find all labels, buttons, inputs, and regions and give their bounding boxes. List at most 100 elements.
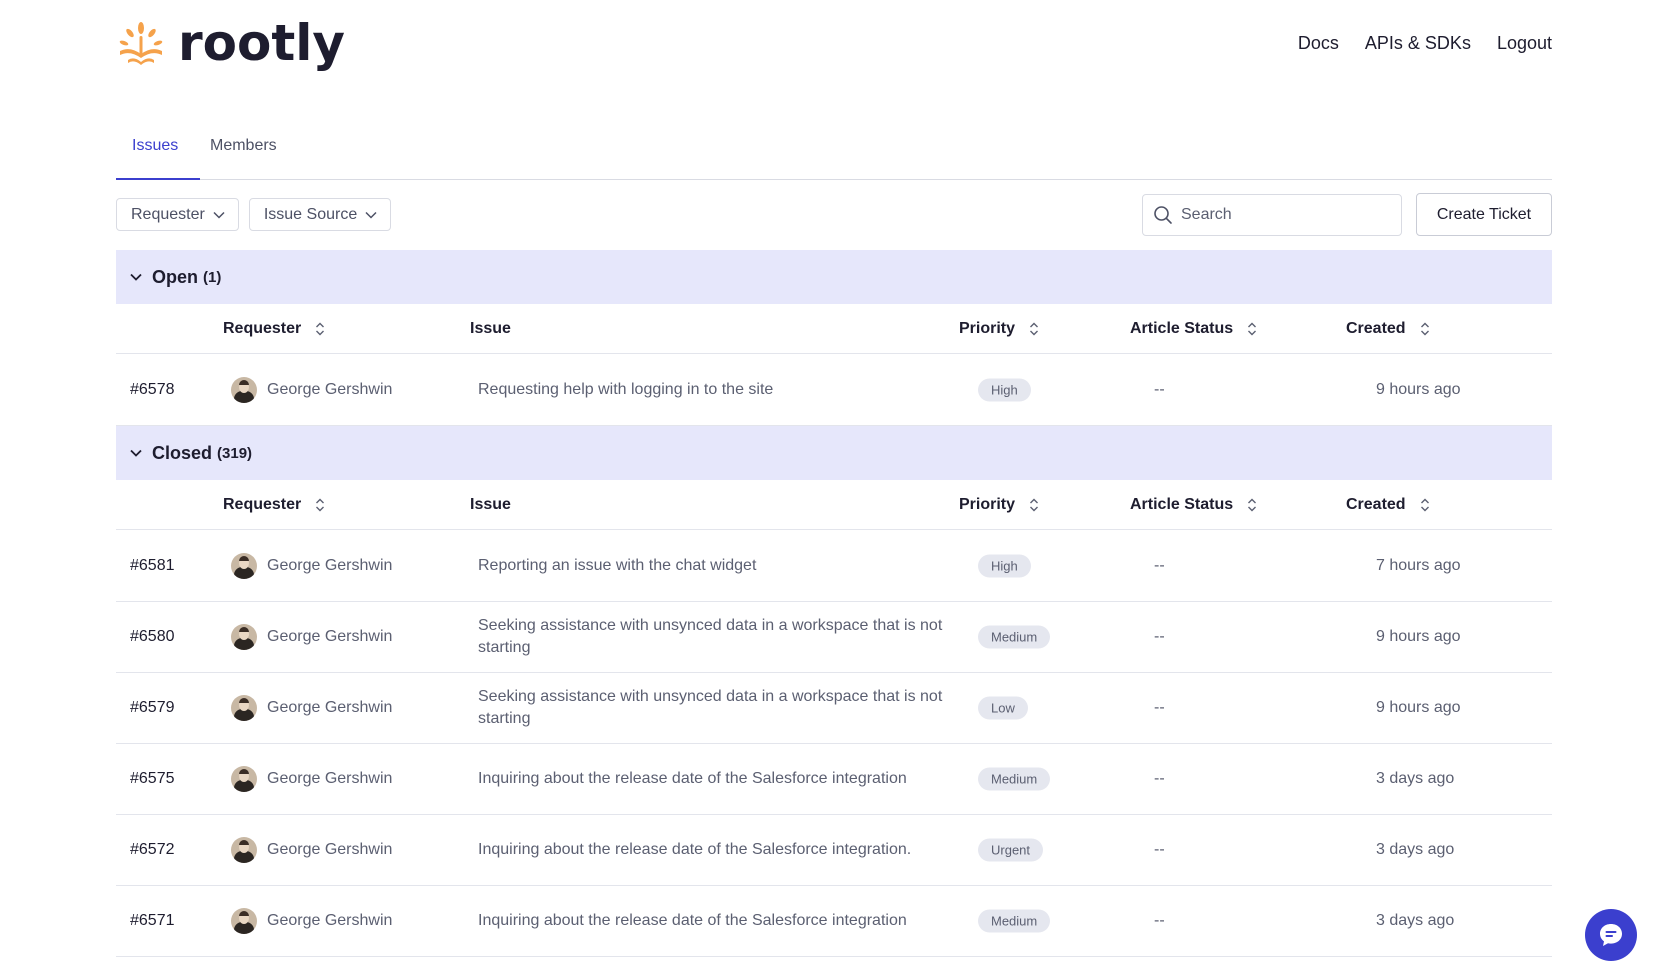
- col-created-header[interactable]: Created: [1346, 320, 1430, 338]
- issue-summary: Seeking assistance with unsynced data in…: [478, 617, 943, 656]
- requester-name: George Gershwin: [267, 557, 393, 574]
- active-tab-indicator: [116, 178, 200, 180]
- article-status: --: [1154, 381, 1165, 398]
- sort-icon: [316, 322, 325, 336]
- table-row[interactable]: #6578 George Gershwin Requesting help wi…: [116, 355, 1552, 426]
- issue-summary: Requesting help with logging in to the s…: [478, 381, 774, 398]
- table-row[interactable]: #6579 George Gershwin Seeking assistance…: [116, 673, 1552, 744]
- created-time: 3 days ago: [1376, 912, 1455, 929]
- table-row[interactable]: #6572 George Gershwin Inquiring about th…: [116, 815, 1552, 886]
- avatar: [231, 766, 257, 792]
- article-status: --: [1154, 628, 1165, 645]
- rootly-logo[interactable]: rootly: [116, 14, 345, 72]
- requester-cell: George Gershwin: [231, 766, 392, 792]
- sort-icon: [1420, 498, 1429, 512]
- col-requester-header[interactable]: Requester: [223, 496, 325, 514]
- col-priority-header[interactable]: Priority: [959, 496, 1039, 514]
- open-group-count: (1): [203, 268, 222, 286]
- created-time: 3 days ago: [1376, 770, 1455, 787]
- nav-apis-sdks-link[interactable]: APIs & SDKs: [1365, 30, 1471, 56]
- ticket-id: #6578: [130, 381, 175, 398]
- col-priority-label: Priority: [959, 496, 1016, 513]
- closed-group-count: (319): [217, 444, 253, 462]
- ticket-id: #6579: [130, 699, 175, 716]
- priority-badge: Medium: [978, 625, 1051, 649]
- search-box[interactable]: [1142, 194, 1402, 236]
- filter-bar: Requester Issue Source: [116, 198, 392, 231]
- app-header: rootly Docs APIs & SDKs Logout: [116, 0, 1552, 90]
- col-issue-label: Issue: [470, 496, 511, 513]
- tab-issues[interactable]: Issues: [132, 136, 178, 156]
- chevron-down-icon: [130, 273, 142, 281]
- avatar: [231, 695, 257, 721]
- col-created-header[interactable]: Created: [1346, 496, 1430, 514]
- ticket-id: #6575: [130, 770, 175, 787]
- tab-members[interactable]: Members: [210, 136, 277, 156]
- article-status: --: [1154, 699, 1165, 716]
- avatar: [231, 553, 257, 579]
- col-created-label: Created: [1346, 320, 1406, 337]
- sort-icon: [1248, 322, 1257, 336]
- avatar: [231, 377, 257, 403]
- sort-icon: [1420, 322, 1429, 336]
- nav-docs-link[interactable]: Docs: [1298, 30, 1339, 56]
- article-status: --: [1154, 841, 1165, 858]
- priority-cell: Medium: [978, 767, 1051, 791]
- search-icon: [1154, 206, 1172, 224]
- requester-filter-dropdown[interactable]: Requester: [116, 198, 239, 231]
- col-article-status-header[interactable]: Article Status: [1130, 320, 1257, 338]
- ticket-id: #6571: [130, 912, 175, 929]
- issue-summary: Reporting an issue with the chat widget: [478, 557, 757, 574]
- sort-icon: [1030, 322, 1039, 336]
- requester-cell: George Gershwin: [231, 624, 392, 650]
- chat-icon: [1600, 924, 1622, 946]
- requester-cell: George Gershwin: [231, 695, 392, 721]
- col-requester-header[interactable]: Requester: [223, 320, 325, 338]
- article-status: --: [1154, 557, 1165, 574]
- chevron-down-icon: [365, 211, 377, 219]
- priority-badge: High: [978, 378, 1031, 402]
- col-issue-header: Issue: [470, 496, 511, 514]
- table-row[interactable]: #6580 George Gershwin Seeking assistance…: [116, 602, 1552, 673]
- requester-cell: George Gershwin: [231, 553, 392, 579]
- nav-logout-link[interactable]: Logout: [1497, 30, 1552, 56]
- col-article-status-header[interactable]: Article Status: [1130, 496, 1257, 514]
- chat-widget-button[interactable]: [1585, 909, 1637, 961]
- table-row[interactable]: #6575 George Gershwin Inquiring about th…: [116, 744, 1552, 815]
- sort-icon: [1030, 498, 1039, 512]
- chevron-down-icon: [130, 449, 142, 457]
- search-input[interactable]: [1181, 206, 1381, 224]
- table-row[interactable]: #6571 George Gershwin Inquiring about th…: [116, 886, 1552, 957]
- created-time: 7 hours ago: [1376, 557, 1461, 574]
- created-time: 9 hours ago: [1376, 381, 1461, 398]
- logo-wordmark: rootly: [178, 14, 345, 72]
- requester-name: George Gershwin: [267, 381, 393, 398]
- requester-name: George Gershwin: [267, 699, 393, 716]
- open-group-header[interactable]: Open (1): [116, 250, 1552, 304]
- closed-table-header: Requester Issue Priority Article Status …: [116, 480, 1552, 530]
- avatar: [231, 908, 257, 934]
- closed-group-header[interactable]: Closed (319): [116, 426, 1552, 480]
- requester-cell: George Gershwin: [231, 908, 392, 934]
- priority-badge: Low: [978, 696, 1028, 720]
- col-requester-label: Requester: [223, 496, 302, 513]
- table-row[interactable]: #6581 George Gershwin Reporting an issue…: [116, 531, 1552, 602]
- created-time: 9 hours ago: [1376, 699, 1461, 716]
- priority-cell: High: [978, 378, 1031, 402]
- priority-cell: Medium: [978, 909, 1051, 933]
- article-status: --: [1154, 912, 1165, 929]
- issue-summary: Inquiring about the release date of the …: [478, 912, 907, 929]
- create-ticket-button[interactable]: Create Ticket: [1416, 193, 1552, 236]
- col-article-status-label: Article Status: [1130, 320, 1234, 337]
- priority-cell: High: [978, 554, 1031, 578]
- issue-source-filter-dropdown[interactable]: Issue Source: [248, 198, 392, 231]
- priority-badge: Urgent: [978, 838, 1044, 862]
- open-group-title: Open: [152, 266, 199, 287]
- created-time: 9 hours ago: [1376, 628, 1461, 645]
- col-priority-label: Priority: [959, 320, 1016, 337]
- requester-name: George Gershwin: [267, 770, 393, 787]
- sort-icon: [1248, 498, 1257, 512]
- priority-badge: High: [978, 554, 1031, 578]
- requester-cell: George Gershwin: [231, 837, 392, 863]
- col-priority-header[interactable]: Priority: [959, 320, 1039, 338]
